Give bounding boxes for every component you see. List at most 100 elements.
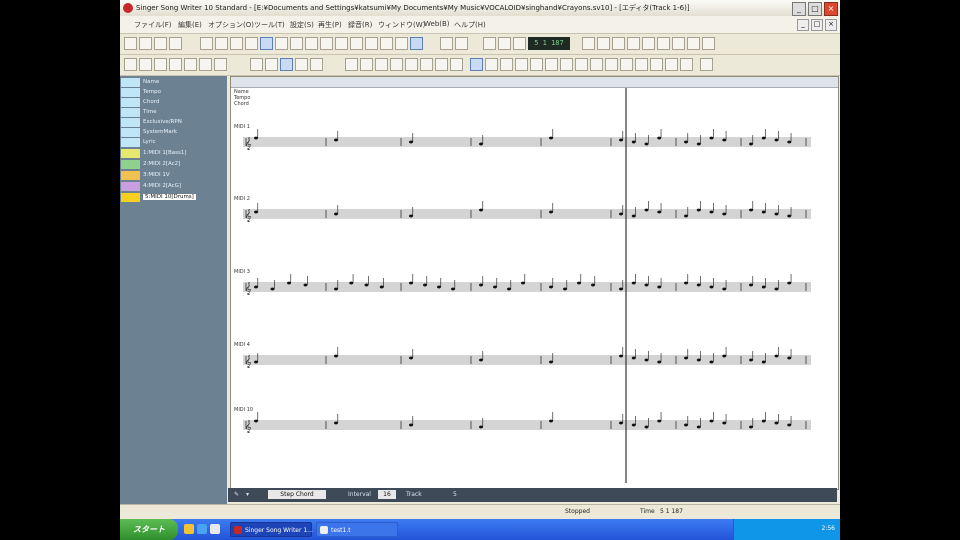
track-row[interactable]: Tempo — [120, 88, 227, 97]
goto-end-icon[interactable] — [627, 37, 640, 50]
track-row[interactable]: Name — [120, 78, 227, 87]
metronome-icon[interactable] — [440, 37, 453, 50]
menu-file[interactable]: ファイル(F) — [134, 20, 172, 30]
play-button-icon[interactable] — [498, 37, 511, 50]
zoom-in-icon[interactable] — [450, 58, 463, 71]
triplet-icon[interactable] — [280, 58, 293, 71]
eighth-note-icon[interactable] — [214, 58, 227, 71]
natural-icon[interactable] — [375, 58, 388, 71]
key-signature-icon[interactable] — [515, 58, 528, 71]
menu-window[interactable]: ウィンドウ(W) — [378, 20, 425, 30]
track-row[interactable]: 4:MIDI 2[AcG] — [120, 182, 227, 191]
sixteenth-note-icon[interactable] — [250, 58, 263, 71]
menu-record[interactable]: 録音(R) — [348, 20, 372, 30]
settings-icon[interactable] — [700, 58, 713, 71]
track-row[interactable]: Exclusive/RPN — [120, 118, 227, 127]
accent-icon[interactable] — [575, 58, 588, 71]
mode-field[interactable]: Step Chord — [268, 490, 326, 499]
sync-icon[interactable] — [687, 37, 700, 50]
print-icon[interactable] — [410, 37, 423, 50]
menu-help[interactable]: ヘルプ(H) — [454, 20, 486, 30]
track-row[interactable]: Chord — [120, 98, 227, 107]
whole-note-icon[interactable] — [169, 58, 182, 71]
event-list-icon[interactable] — [290, 37, 303, 50]
doc-close-icon[interactable]: × — [825, 19, 837, 31]
delete-icon[interactable] — [245, 37, 258, 50]
velocity-icon[interactable] — [390, 58, 403, 71]
quantize-icon[interactable] — [420, 58, 433, 71]
rewind-icon[interactable] — [582, 37, 595, 50]
gate-icon[interactable] — [405, 58, 418, 71]
lyric-icon[interactable] — [365, 37, 378, 50]
maximize-button[interactable]: □ — [808, 2, 822, 16]
track-row[interactable]: 3:MIDI 1V — [120, 171, 227, 180]
dotted-note-icon[interactable] — [265, 58, 278, 71]
slur-icon[interactable] — [560, 58, 573, 71]
title-bar[interactable]: Singer Song Writer 10 Standard - [E:¥Doc… — [120, 0, 840, 17]
menu-web[interactable]: Web(B) — [424, 20, 450, 28]
text-icon[interactable] — [635, 58, 648, 71]
drum-icon[interactable] — [680, 58, 693, 71]
punch-out-icon[interactable] — [672, 37, 685, 50]
menu-edit[interactable]: 編集(E) — [178, 20, 202, 30]
vst-icon[interactable] — [395, 37, 408, 50]
chord-icon[interactable] — [350, 37, 363, 50]
guitar-icon[interactable] — [665, 58, 678, 71]
rest-icon[interactable] — [295, 58, 308, 71]
track-row[interactable]: Time — [120, 108, 227, 117]
stop-button-icon[interactable] — [483, 37, 496, 50]
half-note-icon[interactable] — [184, 58, 197, 71]
quarter-note-icon[interactable] — [199, 58, 212, 71]
track-row[interactable]: Lyric — [120, 138, 227, 147]
fermata-icon[interactable] — [605, 58, 618, 71]
zoom-out-icon[interactable] — [470, 58, 483, 71]
transpose-icon[interactable] — [435, 58, 448, 71]
paste-icon[interactable] — [230, 37, 243, 50]
track-row[interactable]: 2:MIDI 2[Ac2] — [120, 160, 227, 169]
folder-icon[interactable] — [184, 524, 194, 534]
goto-start-icon[interactable] — [612, 37, 625, 50]
undo-icon[interactable] — [169, 37, 182, 50]
track-row[interactable]: SystemMark — [120, 128, 227, 137]
browser-icon[interactable] — [197, 524, 207, 534]
midi-in-icon[interactable] — [702, 37, 715, 50]
copy-icon[interactable] — [215, 37, 228, 50]
track-sheet-icon[interactable] — [320, 37, 333, 50]
track-row[interactable]: 5:MIDI 10[Drums] — [120, 193, 227, 202]
pencil-tool-icon[interactable] — [139, 58, 152, 71]
clef-icon[interactable] — [500, 58, 513, 71]
bar-line-icon[interactable] — [485, 58, 498, 71]
flat-icon[interactable] — [360, 58, 373, 71]
record-button-icon[interactable] — [513, 37, 526, 50]
tempo-icon[interactable] — [335, 37, 348, 50]
menu-tools[interactable]: ツール(T) — [254, 20, 285, 30]
track-row[interactable]: 1:MIDI 1[Bass1] — [120, 149, 227, 158]
open-file-icon[interactable] — [139, 37, 152, 50]
minimize-button[interactable]: _ — [792, 2, 806, 16]
doc-minimize-icon[interactable]: _ — [797, 19, 809, 31]
cut-icon[interactable] — [200, 37, 213, 50]
new-file-icon[interactable] — [124, 37, 137, 50]
piano-roll-icon[interactable] — [275, 37, 288, 50]
fast-forward-icon[interactable] — [597, 37, 610, 50]
desktop-icon[interactable] — [210, 524, 220, 534]
dynamics-icon[interactable] — [545, 58, 558, 71]
chord-symbol-icon[interactable] — [650, 58, 663, 71]
measure-ruler[interactable] — [231, 77, 838, 88]
pencil-mode-icon[interactable]: ✎ — [234, 491, 239, 498]
select-tool-icon[interactable] — [124, 58, 137, 71]
punch-in-icon[interactable] — [657, 37, 670, 50]
menu-play[interactable]: 再生(P) — [318, 20, 342, 30]
menu-options[interactable]: オプション(O) — [208, 20, 254, 30]
mark-icon[interactable] — [642, 37, 655, 50]
task-singer-song-writer[interactable]: Singer Song Writer 1... — [230, 522, 313, 537]
eraser-tool-icon[interactable] — [154, 58, 167, 71]
close-button[interactable]: × — [824, 2, 838, 16]
time-signature-icon[interactable] — [530, 58, 543, 71]
score-editor[interactable]: Name Tempo Chord MIDI 1 𝄞 MIDI 2 𝄞 MIDI 3 𝄞 MI… — [230, 76, 839, 490]
menu-settings[interactable]: 設定(S) — [290, 20, 314, 30]
score-view-icon[interactable] — [260, 37, 273, 50]
score-staves[interactable]: MIDI 1 𝄞 MIDI 2 𝄞 MIDI 3 𝄞 MIDI 4 𝄞 MIDI 10 𝄞 — [231, 88, 836, 488]
tie-icon[interactable] — [310, 58, 323, 71]
staccato-icon[interactable] — [590, 58, 603, 71]
